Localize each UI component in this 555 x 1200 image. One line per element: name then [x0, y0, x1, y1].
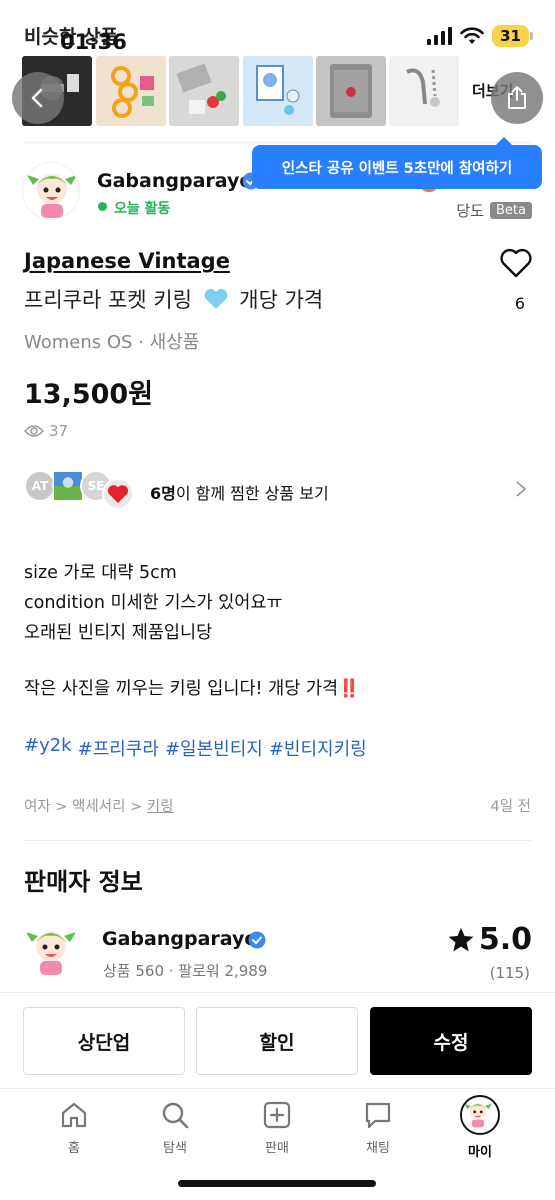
share-button[interactable] — [491, 72, 543, 124]
seller-info-card[interactable]: Gabangparayo 상품 560 · 팔로워 2,989 5.0 (115… — [22, 918, 532, 988]
tab-my[interactable]: 마이 — [440, 1095, 520, 1165]
product-title-text: 프리쿠라 포켓 키링 — [24, 288, 192, 312]
wishlist-label: 이 함께 찜한 상품 보기 — [175, 484, 329, 503]
tab-label: 마이 — [468, 1145, 492, 1160]
seller-name[interactable]: Gabangparayo — [102, 928, 257, 950]
tab-sell[interactable]: 판매 — [237, 1099, 317, 1165]
dangdo-score[interactable]: 당도 Beta — [456, 200, 532, 221]
tab-search[interactable]: 탐색 — [135, 1099, 215, 1165]
share-event-tooltip[interactable]: 인스타 공유 이벤트 5초만에 참여하기 — [252, 137, 542, 189]
activity-status: 오늘 활동 — [114, 201, 171, 217]
action-bar: 상단업 할인 수정 — [0, 992, 555, 1088]
seller-avatar[interactable] — [22, 920, 80, 978]
chevron-right-icon — [516, 481, 527, 497]
price: 13,500원 — [24, 379, 154, 410]
beta-badge: Beta — [490, 202, 532, 219]
status-icons: 31 — [427, 25, 533, 47]
heart-badge-icon — [102, 478, 134, 510]
wisher-count: 6명 — [150, 484, 176, 503]
view-count-value: 37 — [49, 422, 69, 440]
similar-thumbnail[interactable] — [169, 56, 239, 126]
size-label: Womens OS — [24, 332, 133, 353]
divider — [24, 142, 532, 143]
tab-chat[interactable]: 채팅 — [338, 1099, 418, 1165]
tab-label: 판매 — [265, 1141, 289, 1156]
hashtag[interactable]: #빈티지키링 — [269, 735, 367, 761]
clock: 01:36 — [60, 30, 127, 54]
divider — [24, 840, 532, 841]
view-count: 37 — [24, 422, 68, 440]
wishlist-text[interactable]: 6명이 함께 찜한 상품 보기 — [150, 480, 329, 504]
hashtag[interactable]: #y2k — [24, 735, 72, 761]
tab-label: 홈 — [68, 1141, 80, 1156]
hashtag[interactable]: #일본빈티지 — [165, 735, 263, 761]
chat-bubble-icon — [365, 1102, 391, 1129]
seller-name[interactable]: Gabangparayo — [97, 170, 252, 192]
product-title: 프리쿠라 포켓 키링 개당 가격 — [24, 284, 323, 314]
home-indicator[interactable] — [178, 1180, 376, 1187]
tab-label: 채팅 — [366, 1141, 390, 1156]
bump-button[interactable]: 상단업 — [23, 1007, 185, 1075]
verified-badge-icon — [248, 931, 266, 949]
review-count[interactable]: (115) — [490, 964, 530, 982]
description-line: condition 미세한 기스가 있어요ㅠ — [24, 593, 283, 613]
battery-icon: 31 — [492, 25, 533, 47]
wifi-icon — [460, 27, 484, 44]
seller-rating: 5.0 — [447, 922, 532, 957]
seller-stats: 상품 560 · 팔로워 2,989 — [103, 962, 268, 980]
similar-thumbnail[interactable] — [243, 56, 313, 126]
dangdo-label: 당도 — [456, 202, 485, 220]
similar-thumbnail[interactable] — [96, 56, 166, 126]
chevron-left-icon — [31, 88, 43, 108]
similar-thumbnail[interactable] — [389, 56, 459, 126]
similar-thumbnail[interactable] — [316, 56, 386, 126]
description-line: 오래된 빈티지 제품입니당 — [24, 623, 213, 643]
condition-label: 새상품 — [149, 332, 200, 353]
profile-avatar-icon — [460, 1095, 500, 1135]
back-button[interactable] — [12, 72, 64, 124]
rating-value: 5.0 — [478, 922, 532, 957]
seller-info-title: 판매자 정보 — [24, 868, 143, 896]
breadcrumb-path[interactable]: 여자 > 액세서리 > — [24, 799, 147, 815]
breadcrumb-current[interactable]: 키링 — [147, 799, 174, 815]
star-icon — [448, 927, 474, 951]
hashtag[interactable]: #프리쿠라 — [78, 735, 159, 761]
posted-time: 4일 전 — [490, 799, 531, 815]
bottom-tab-bar: 홈 탐색 판매 채팅 마이 — [0, 1088, 555, 1200]
description-line: size 가로 대략 5cm — [24, 563, 177, 583]
brand-link[interactable]: Japanese Vintage — [24, 249, 230, 273]
share-icon — [508, 86, 526, 109]
active-status-dot — [98, 202, 107, 211]
category-breadcrumb: 여자 > 액세서리 > 키링 — [24, 795, 173, 816]
signal-icon — [427, 27, 453, 45]
home-icon — [61, 1102, 87, 1128]
status-left: 비슷한 상품 01:36 — [24, 22, 127, 54]
like-count: 6 — [514, 294, 525, 313]
tab-label: 탐색 — [163, 1141, 187, 1156]
eye-icon — [24, 425, 44, 437]
product-meta: Womens OS · 새상품 — [24, 332, 200, 353]
tab-home[interactable]: 홈 — [34, 1099, 114, 1165]
product-title-suffix: 개당 가격 — [239, 288, 324, 312]
description-line: 작은 사진을 끼우는 키링 입니다! 개당 가격‼️ — [24, 679, 360, 699]
status-bar: 비슷한 상품 01:36 31 — [0, 0, 555, 60]
discount-button[interactable]: 할인 — [196, 1007, 358, 1075]
wishlist-row[interactable]: AT SE 6명이 함께 찜한 상품 보기 — [24, 466, 532, 516]
seller-avatar[interactable] — [22, 162, 80, 220]
light-blue-heart-icon — [204, 289, 228, 309]
plus-square-icon — [263, 1101, 291, 1129]
hashtag-list: #y2k #프리쿠라 #일본빈티지 #빈티지키링 — [24, 735, 367, 761]
search-icon — [162, 1102, 189, 1129]
edit-button[interactable]: 수정 — [370, 1007, 532, 1075]
like-heart-icon[interactable] — [499, 247, 533, 279]
